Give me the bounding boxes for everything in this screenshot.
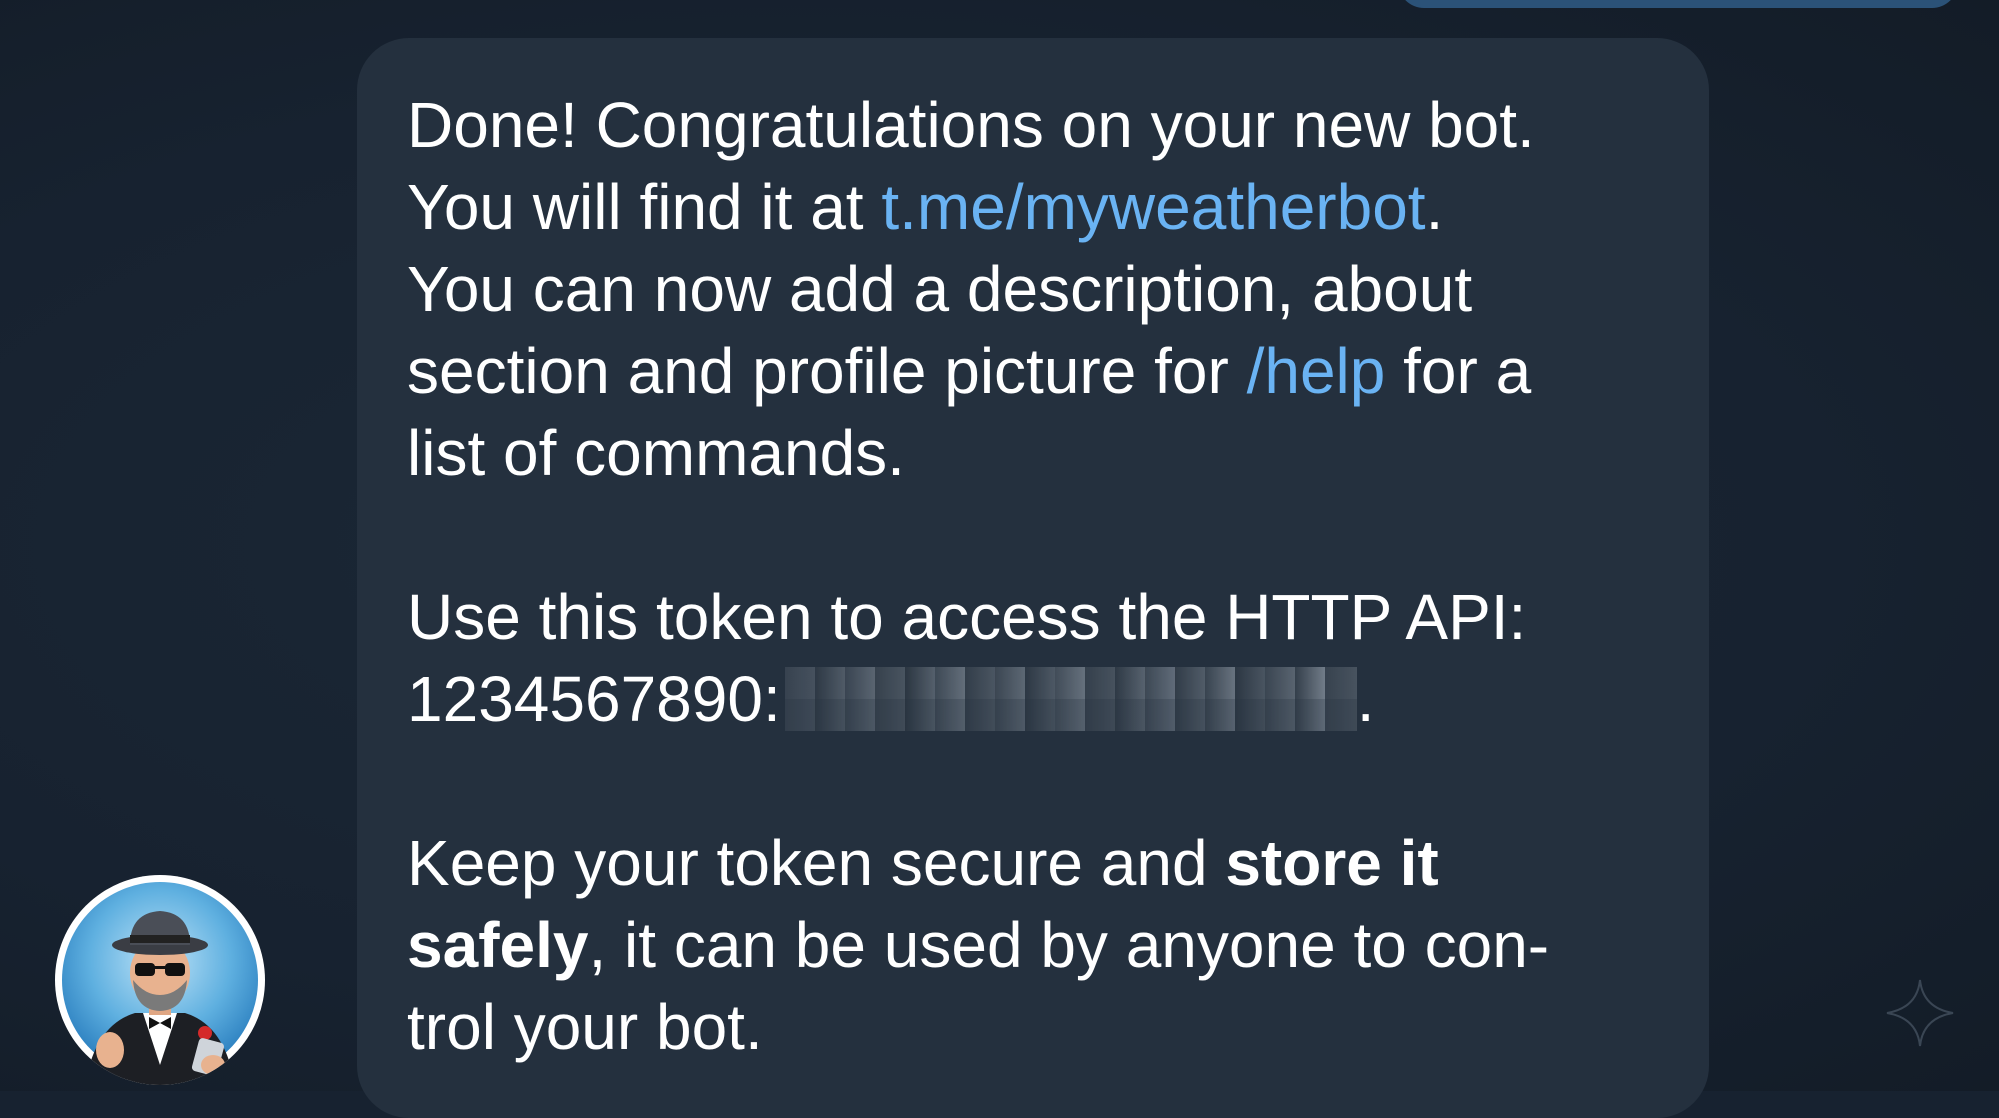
- redacted-token: [784, 667, 1357, 731]
- secure-text: Keep your token secure and: [407, 827, 1226, 899]
- find-it-text: You will find it at: [407, 171, 882, 243]
- help-command-link[interactable]: /help: [1247, 335, 1386, 407]
- bot-link[interactable]: t.me/myweatherbot: [881, 171, 1425, 243]
- control-text: trol your bot.: [407, 991, 763, 1063]
- token-prefix-text: 1234567890:: [407, 663, 781, 735]
- avatar-illustration-icon: [62, 882, 258, 1085]
- message-line: trol your bot.: [407, 986, 1667, 1068]
- message-line: Keep your token secure and store it: [407, 822, 1667, 904]
- sparkle-icon: [1886, 979, 1954, 1047]
- commands-text: list of commands.: [407, 417, 905, 489]
- message-line: You will find it at t.me/myweatherbot.: [407, 166, 1667, 248]
- token-intro-text: Use this token to access the HTTP API:: [407, 581, 1527, 653]
- section-text: section and profile picture for: [407, 335, 1247, 407]
- message-line: You can now add a description, about: [407, 248, 1667, 330]
- botfather-avatar[interactable]: [55, 875, 265, 1085]
- message-line: safely, it can be used by anyone to con-: [407, 904, 1667, 986]
- message-line: Done! Congratulations on your new bot.: [407, 84, 1667, 166]
- message-line: section and profile picture for /help fo…: [407, 330, 1667, 412]
- safely-bold-text: safely: [407, 909, 589, 981]
- token-period-text: .: [1356, 663, 1375, 735]
- period-text: .: [1425, 171, 1444, 243]
- message-line: 1234567890:.: [407, 658, 1667, 740]
- store-it-bold-text: store it: [1225, 827, 1439, 899]
- message-text: Done! Congratulations on your new bot. Y…: [407, 84, 1667, 1068]
- message-line: list of commands.: [407, 412, 1667, 494]
- for-a-text: for a: [1385, 335, 1532, 407]
- anyone-text: , it can be used by anyone to con-: [588, 909, 1550, 981]
- congrats-text: Done! Congratulations on your new bot.: [407, 89, 1535, 161]
- description-text: You can now add a description, about: [407, 253, 1473, 325]
- outgoing-message-bubble: [1398, 0, 1958, 8]
- message-line: Use this token to access the HTTP API:: [407, 576, 1667, 658]
